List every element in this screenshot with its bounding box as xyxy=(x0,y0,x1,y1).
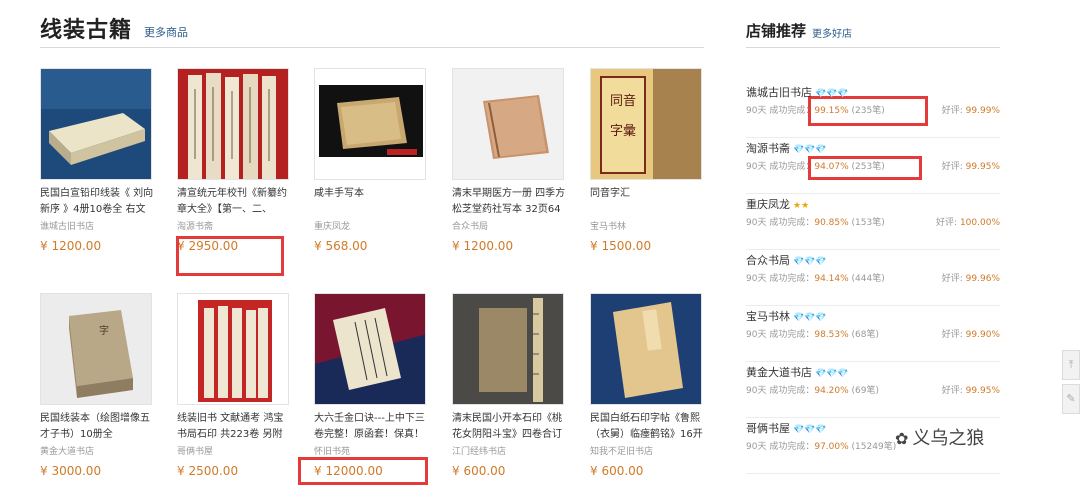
svg-text:字: 字 xyxy=(99,324,109,337)
back-to-top-icon[interactable]: ⤒ xyxy=(1062,350,1080,380)
product-shop[interactable]: 宝马书林 xyxy=(590,219,708,233)
highlight-box xyxy=(298,457,428,485)
diamond-icon: 💎💎💎 xyxy=(793,257,827,267)
product-image[interactable]: 字 xyxy=(40,293,152,405)
highlight-box xyxy=(176,236,284,276)
product-shop[interactable]: 江门经纬书店 xyxy=(452,444,570,458)
shop-recommend-title: 店铺推荐 xyxy=(746,22,807,40)
diamond-icon: 💎💎💎 xyxy=(793,425,827,435)
product-shop[interactable]: 黄金大道书店 xyxy=(40,444,158,458)
product-image[interactable] xyxy=(177,68,289,180)
shop-positive-rate: 好评: 99.99% xyxy=(941,106,1000,116)
product-image[interactable] xyxy=(314,293,426,405)
product-card[interactable]: 咸丰手写本 重庆凤龙 ¥ 568.00 xyxy=(314,68,432,253)
product-card[interactable]: 民国白纸石印字帖《鲁熙（衣舅）临瘗鹤铭》16开 知我不足旧书店 ¥ 600.00 xyxy=(590,293,708,478)
product-shop[interactable]: 淘源书斋 xyxy=(177,219,295,233)
shop-name[interactable]: 淘源书斋 💎💎💎 xyxy=(746,140,827,156)
shop-name[interactable]: 合众书局 💎💎💎 xyxy=(746,252,827,268)
wechat-icon: ✿ xyxy=(895,429,909,448)
product-image[interactable] xyxy=(177,293,289,405)
product-price: ¥ 600.00 xyxy=(452,464,506,478)
shop-entry[interactable]: 合众书局 💎💎💎 90天 成功完成：94.14% (444笔) 好评: 99.96… xyxy=(746,252,1000,306)
watermark: ✿ 义乌之狼 xyxy=(895,428,985,449)
shop-name[interactable]: 宝马书林 💎💎💎 xyxy=(746,308,827,324)
product-image[interactable] xyxy=(452,293,564,405)
product-title[interactable]: 线装旧书 文献通考 鸿宝书局石印 共223卷 另附钦定 xyxy=(177,411,291,443)
product-title[interactable]: 咸丰手写本 xyxy=(314,186,428,218)
section-title: 线装古籍 xyxy=(40,18,133,43)
product-title[interactable]: 清末早期医方一册 四季方 松芝堂药社写本 32页64面 xyxy=(452,186,566,218)
shop-success-rate: 90天 成功完成：94.07% (253笔) xyxy=(746,162,885,172)
svg-text:同音: 同音 xyxy=(610,93,636,109)
product-image[interactable] xyxy=(40,68,152,180)
product-title[interactable]: 民国白纸石印字帖《鲁熙（衣舅）临瘗鹤铭》16开 xyxy=(590,411,704,443)
product-shop[interactable]: 哥俩书屋 xyxy=(177,444,295,458)
product-price: ¥ 1200.00 xyxy=(452,239,514,253)
shop-success-rate: 90天 成功完成：90.85% (153笔) xyxy=(746,218,885,228)
shop-success-rate: 90天 成功完成：94.14% (444笔) xyxy=(746,274,885,284)
product-price: ¥ 2500.00 xyxy=(177,464,239,478)
product-price: ¥ 568.00 xyxy=(314,239,368,253)
product-card[interactable]: 清末民国小开本石印《桃花女阴阳斗宝》四卷合订 江门经纬书店 ¥ 600.00 xyxy=(452,293,570,478)
product-image[interactable] xyxy=(590,293,702,405)
shop-positive-rate: 好评: 99.90% xyxy=(941,330,1000,340)
star-icon: ★★ xyxy=(793,201,810,211)
product-title[interactable]: 清宣统元年校刊《新纂约章大全》【第一、二、 xyxy=(177,186,291,218)
product-title[interactable]: 同音字汇 xyxy=(590,186,704,218)
product-title[interactable]: 清末民国小开本石印《桃花女阴阳斗宝》四卷合订 xyxy=(452,411,566,443)
product-card[interactable]: 清末早期医方一册 四季方 松芝堂药社写本 32页64面 合众书局 ¥ 1200.… xyxy=(452,68,570,253)
section-header: 线装古籍 更多商品 xyxy=(40,10,704,48)
shop-entry[interactable]: 重庆凤龙 ★★ 90天 成功完成：90.85% (153笔) 好评: 100.00… xyxy=(746,196,1000,250)
shop-positive-rate: 好评: 99.95% xyxy=(941,162,1000,172)
product-shop[interactable]: 怀旧书苑 xyxy=(314,444,432,458)
shop-positive-rate: 好评: 99.96% xyxy=(941,274,1000,284)
shop-positive-rate: 好评: 99.95% xyxy=(941,386,1000,396)
diamond-icon: 💎💎💎 xyxy=(793,313,827,323)
product-shop[interactable]: 知我不足旧书店 xyxy=(590,444,708,458)
shop-recommend-header: 店铺推荐 更多好店 xyxy=(746,10,1000,48)
product-shop[interactable]: 谯城古旧书店 xyxy=(40,219,158,233)
shop-entry[interactable]: 谯城古旧书店 💎💎💎 90天 成功完成：99.15% (235笔) 好评: 99.… xyxy=(746,84,1000,138)
diamond-icon: 💎💎💎 xyxy=(815,369,849,379)
shop-success-rate: 90天 成功完成：99.15% (235笔) xyxy=(746,106,885,116)
product-title[interactable]: 民国白宣铅印线装《 刘向新序 》4册10卷全 右文社 xyxy=(40,186,154,218)
product-card[interactable]: 清宣统元年校刊《新纂约章大全》【第一、二、 淘源书斋 ¥ 2950.00 xyxy=(177,68,295,253)
product-image[interactable]: 同音 字彙 xyxy=(590,68,702,180)
shop-name[interactable]: 重庆凤龙 ★★ xyxy=(746,196,809,212)
svg-text:字彙: 字彙 xyxy=(610,123,636,139)
more-products-link[interactable]: 更多商品 xyxy=(144,24,188,40)
diamond-icon: 💎💎💎 xyxy=(815,89,849,99)
shop-name[interactable]: 黄金大道书店 💎💎💎 xyxy=(746,364,849,380)
more-shops-link[interactable]: 更多好店 xyxy=(812,25,852,40)
product-card[interactable]: 线装旧书 文献通考 鸿宝书局石印 共223卷 另附钦定 哥俩书屋 ¥ 2500.… xyxy=(177,293,295,478)
product-shop[interactable]: 重庆凤龙 xyxy=(314,219,432,233)
product-price: ¥ 600.00 xyxy=(590,464,644,478)
shop-entry[interactable]: 宝马书林 💎💎💎 90天 成功完成：98.53% (68笔) 好评: 99.90% xyxy=(746,308,1000,362)
product-title[interactable]: 民国线装本（绘图增像五才子书）10册全 xyxy=(40,411,154,443)
product-price: ¥ 1200.00 xyxy=(40,239,102,253)
shop-entry[interactable]: 淘源书斋 💎💎💎 90天 成功完成：94.07% (253笔) 好评: 99.95… xyxy=(746,140,1000,194)
product-image[interactable] xyxy=(314,68,426,180)
product-title[interactable]: 大六壬金口诀---上中下三卷完整！原函套！保真！ xyxy=(314,411,428,443)
shop-name[interactable]: 谯城古旧书店 💎💎💎 xyxy=(746,84,849,100)
product-card[interactable]: 民国白宣铅印线装《 刘向新序 》4册10卷全 右文社 谯城古旧书店 ¥ 1200… xyxy=(40,68,158,253)
product-price: ¥ 3000.00 xyxy=(40,464,102,478)
shop-success-rate: 90天 成功完成：98.53% (68笔) xyxy=(746,330,880,340)
shop-success-rate: 90天 成功完成：94.20% (69笔) xyxy=(746,386,880,396)
product-price: ¥ 1500.00 xyxy=(590,239,652,253)
shop-success-rate: 90天 成功完成：97.00% (15249笔) xyxy=(746,442,897,452)
shop-name[interactable]: 哥俩书屋 💎💎💎 xyxy=(746,420,827,436)
diamond-icon: 💎💎💎 xyxy=(793,145,827,155)
product-shop[interactable]: 合众书局 xyxy=(452,219,570,233)
product-card[interactable]: 大六壬金口诀---上中下三卷完整！原函套！保真！ 怀旧书苑 ¥ 12000.00 xyxy=(314,293,432,478)
shop-positive-rate: 好评: 100.00% xyxy=(936,218,1000,228)
product-image[interactable] xyxy=(452,68,564,180)
product-card[interactable]: 字 民国线装本（绘图增像五才子书）10册全 黄金大道书店 ¥ 3000.00 xyxy=(40,293,158,478)
edit-icon[interactable]: ✎ xyxy=(1062,384,1080,414)
shop-entry[interactable]: 黄金大道书店 💎💎💎 90天 成功完成：94.20% (69笔) 好评: 99.9… xyxy=(746,364,1000,418)
product-card[interactable]: 同音 字彙 同音字汇 宝马书林 ¥ 1500.00 xyxy=(590,68,708,253)
